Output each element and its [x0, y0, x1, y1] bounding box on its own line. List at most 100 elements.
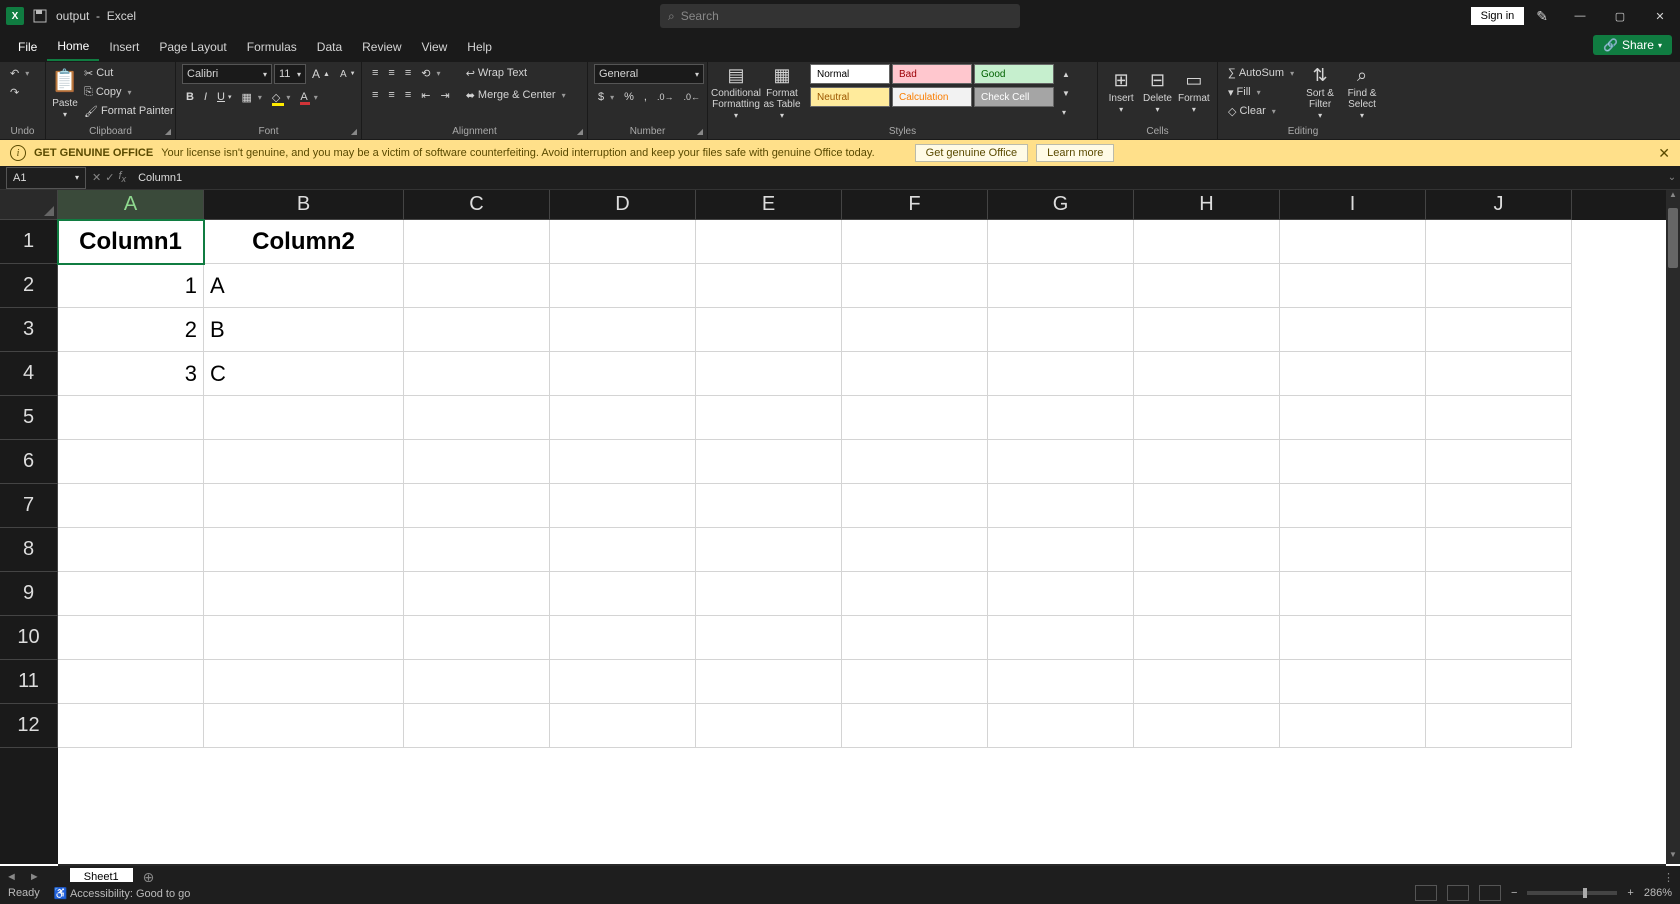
cell-B3[interactable]: B	[204, 308, 404, 352]
sign-in-button[interactable]: Sign in	[1471, 7, 1525, 25]
cell-C4[interactable]	[404, 352, 550, 396]
cell-D4[interactable]	[550, 352, 696, 396]
cell-J11[interactable]	[1426, 660, 1572, 704]
number-format-combo[interactable]: General▾	[594, 64, 704, 84]
merge-center-button[interactable]: ⬌Merge & Center	[462, 86, 570, 104]
cell-F3[interactable]	[842, 308, 988, 352]
cell-B2[interactable]: A	[204, 264, 404, 308]
column-header-J[interactable]: J	[1426, 190, 1572, 220]
underline-button[interactable]: U▾	[213, 88, 235, 106]
row-header-6[interactable]: 6	[0, 440, 58, 484]
cell-B1[interactable]: Column2	[204, 220, 404, 264]
style-neutral[interactable]: Neutral	[810, 87, 890, 107]
fill-color-button[interactable]: ◇	[268, 88, 294, 106]
align-bottom-button[interactable]: ≡	[401, 64, 415, 82]
row-header-1[interactable]: 1	[0, 220, 58, 264]
row-header-10[interactable]: 10	[0, 616, 58, 660]
cell-D11[interactable]	[550, 660, 696, 704]
cell-A11[interactable]	[58, 660, 204, 704]
cell-F12[interactable]	[842, 704, 988, 748]
cell-J4[interactable]	[1426, 352, 1572, 396]
style-normal[interactable]: Normal	[810, 64, 890, 84]
column-header-F[interactable]: F	[842, 190, 988, 220]
font-size-combo[interactable]: 11▾	[274, 64, 306, 84]
row-header-4[interactable]: 4	[0, 352, 58, 396]
cell-D6[interactable]	[550, 440, 696, 484]
cell-G9[interactable]	[988, 572, 1134, 616]
cell-F7[interactable]	[842, 484, 988, 528]
tab-help[interactable]: Help	[457, 34, 502, 60]
minimize-button[interactable]: —	[1560, 0, 1600, 32]
cell-C8[interactable]	[404, 528, 550, 572]
autosum-button[interactable]: ∑AutoSum	[1224, 64, 1298, 82]
cell-I8[interactable]	[1280, 528, 1426, 572]
cell-H4[interactable]	[1134, 352, 1280, 396]
cell-E1[interactable]	[696, 220, 842, 264]
border-button[interactable]: ▦	[237, 88, 265, 106]
paste-button[interactable]: 📋 Paste▾	[52, 64, 78, 122]
cell-F5[interactable]	[842, 396, 988, 440]
cell-E11[interactable]	[696, 660, 842, 704]
row-header-8[interactable]: 8	[0, 528, 58, 572]
cell-H12[interactable]	[1134, 704, 1280, 748]
align-center-button[interactable]: ≡	[384, 86, 398, 104]
number-dialog-launcher[interactable]: ◢	[697, 127, 703, 136]
cell-C10[interactable]	[404, 616, 550, 660]
comma-format-button[interactable]: ,	[640, 88, 651, 106]
cell-G5[interactable]	[988, 396, 1134, 440]
zoom-level[interactable]: 286%	[1644, 887, 1672, 899]
cell-C2[interactable]	[404, 264, 550, 308]
cell-G7[interactable]	[988, 484, 1134, 528]
cell-A7[interactable]	[58, 484, 204, 528]
cell-A8[interactable]	[58, 528, 204, 572]
cell-J6[interactable]	[1426, 440, 1572, 484]
cell-E5[interactable]	[696, 396, 842, 440]
vertical-scrollbar[interactable]: ▲ ▼	[1666, 190, 1680, 864]
cell-E9[interactable]	[696, 572, 842, 616]
increase-decimal-button[interactable]: .0→	[653, 88, 678, 106]
sort-filter-button[interactable]: ⇅Sort & Filter▾	[1300, 64, 1340, 122]
cell-B10[interactable]	[204, 616, 404, 660]
page-break-view-button[interactable]	[1479, 885, 1501, 901]
cell-A10[interactable]	[58, 616, 204, 660]
font-name-combo[interactable]: Calibri▾	[182, 64, 272, 84]
undo-button[interactable]: ↶	[6, 64, 33, 82]
zoom-out-button[interactable]: −	[1511, 887, 1517, 899]
cell-I9[interactable]	[1280, 572, 1426, 616]
cell-C11[interactable]	[404, 660, 550, 704]
format-as-table-button[interactable]: ▦Format as Table▾	[760, 64, 804, 122]
cell-J8[interactable]	[1426, 528, 1572, 572]
close-button[interactable]: ✕	[1640, 0, 1680, 32]
cell-I3[interactable]	[1280, 308, 1426, 352]
cell-J3[interactable]	[1426, 308, 1572, 352]
column-header-C[interactable]: C	[404, 190, 550, 220]
cell-E8[interactable]	[696, 528, 842, 572]
row-header-11[interactable]: 11	[0, 660, 58, 704]
normal-view-button[interactable]	[1415, 885, 1437, 901]
cell-G10[interactable]	[988, 616, 1134, 660]
percent-format-button[interactable]: %	[620, 88, 638, 106]
cell-C6[interactable]	[404, 440, 550, 484]
cell-I11[interactable]	[1280, 660, 1426, 704]
cell-D7[interactable]	[550, 484, 696, 528]
font-dialog-launcher[interactable]: ◢	[351, 127, 357, 136]
styles-scroll-down[interactable]: ▼	[1058, 84, 1074, 102]
cell-F4[interactable]	[842, 352, 988, 396]
cell-A6[interactable]	[58, 440, 204, 484]
cell-I6[interactable]	[1280, 440, 1426, 484]
bold-button[interactable]: B	[182, 88, 198, 106]
alignment-dialog-launcher[interactable]: ◢	[577, 127, 583, 136]
maximize-button[interactable]: ▢	[1600, 0, 1640, 32]
align-right-button[interactable]: ≡	[401, 86, 415, 104]
name-box[interactable]: A1▾	[6, 167, 86, 189]
cell-H3[interactable]	[1134, 308, 1280, 352]
cell-I12[interactable]	[1280, 704, 1426, 748]
cell-H9[interactable]	[1134, 572, 1280, 616]
cell-C7[interactable]	[404, 484, 550, 528]
styles-scroll-up[interactable]: ▲	[1058, 65, 1074, 83]
column-header-A[interactable]: A	[58, 190, 204, 220]
cell-H10[interactable]	[1134, 616, 1280, 660]
column-header-H[interactable]: H	[1134, 190, 1280, 220]
cell-I4[interactable]	[1280, 352, 1426, 396]
cell-B8[interactable]	[204, 528, 404, 572]
